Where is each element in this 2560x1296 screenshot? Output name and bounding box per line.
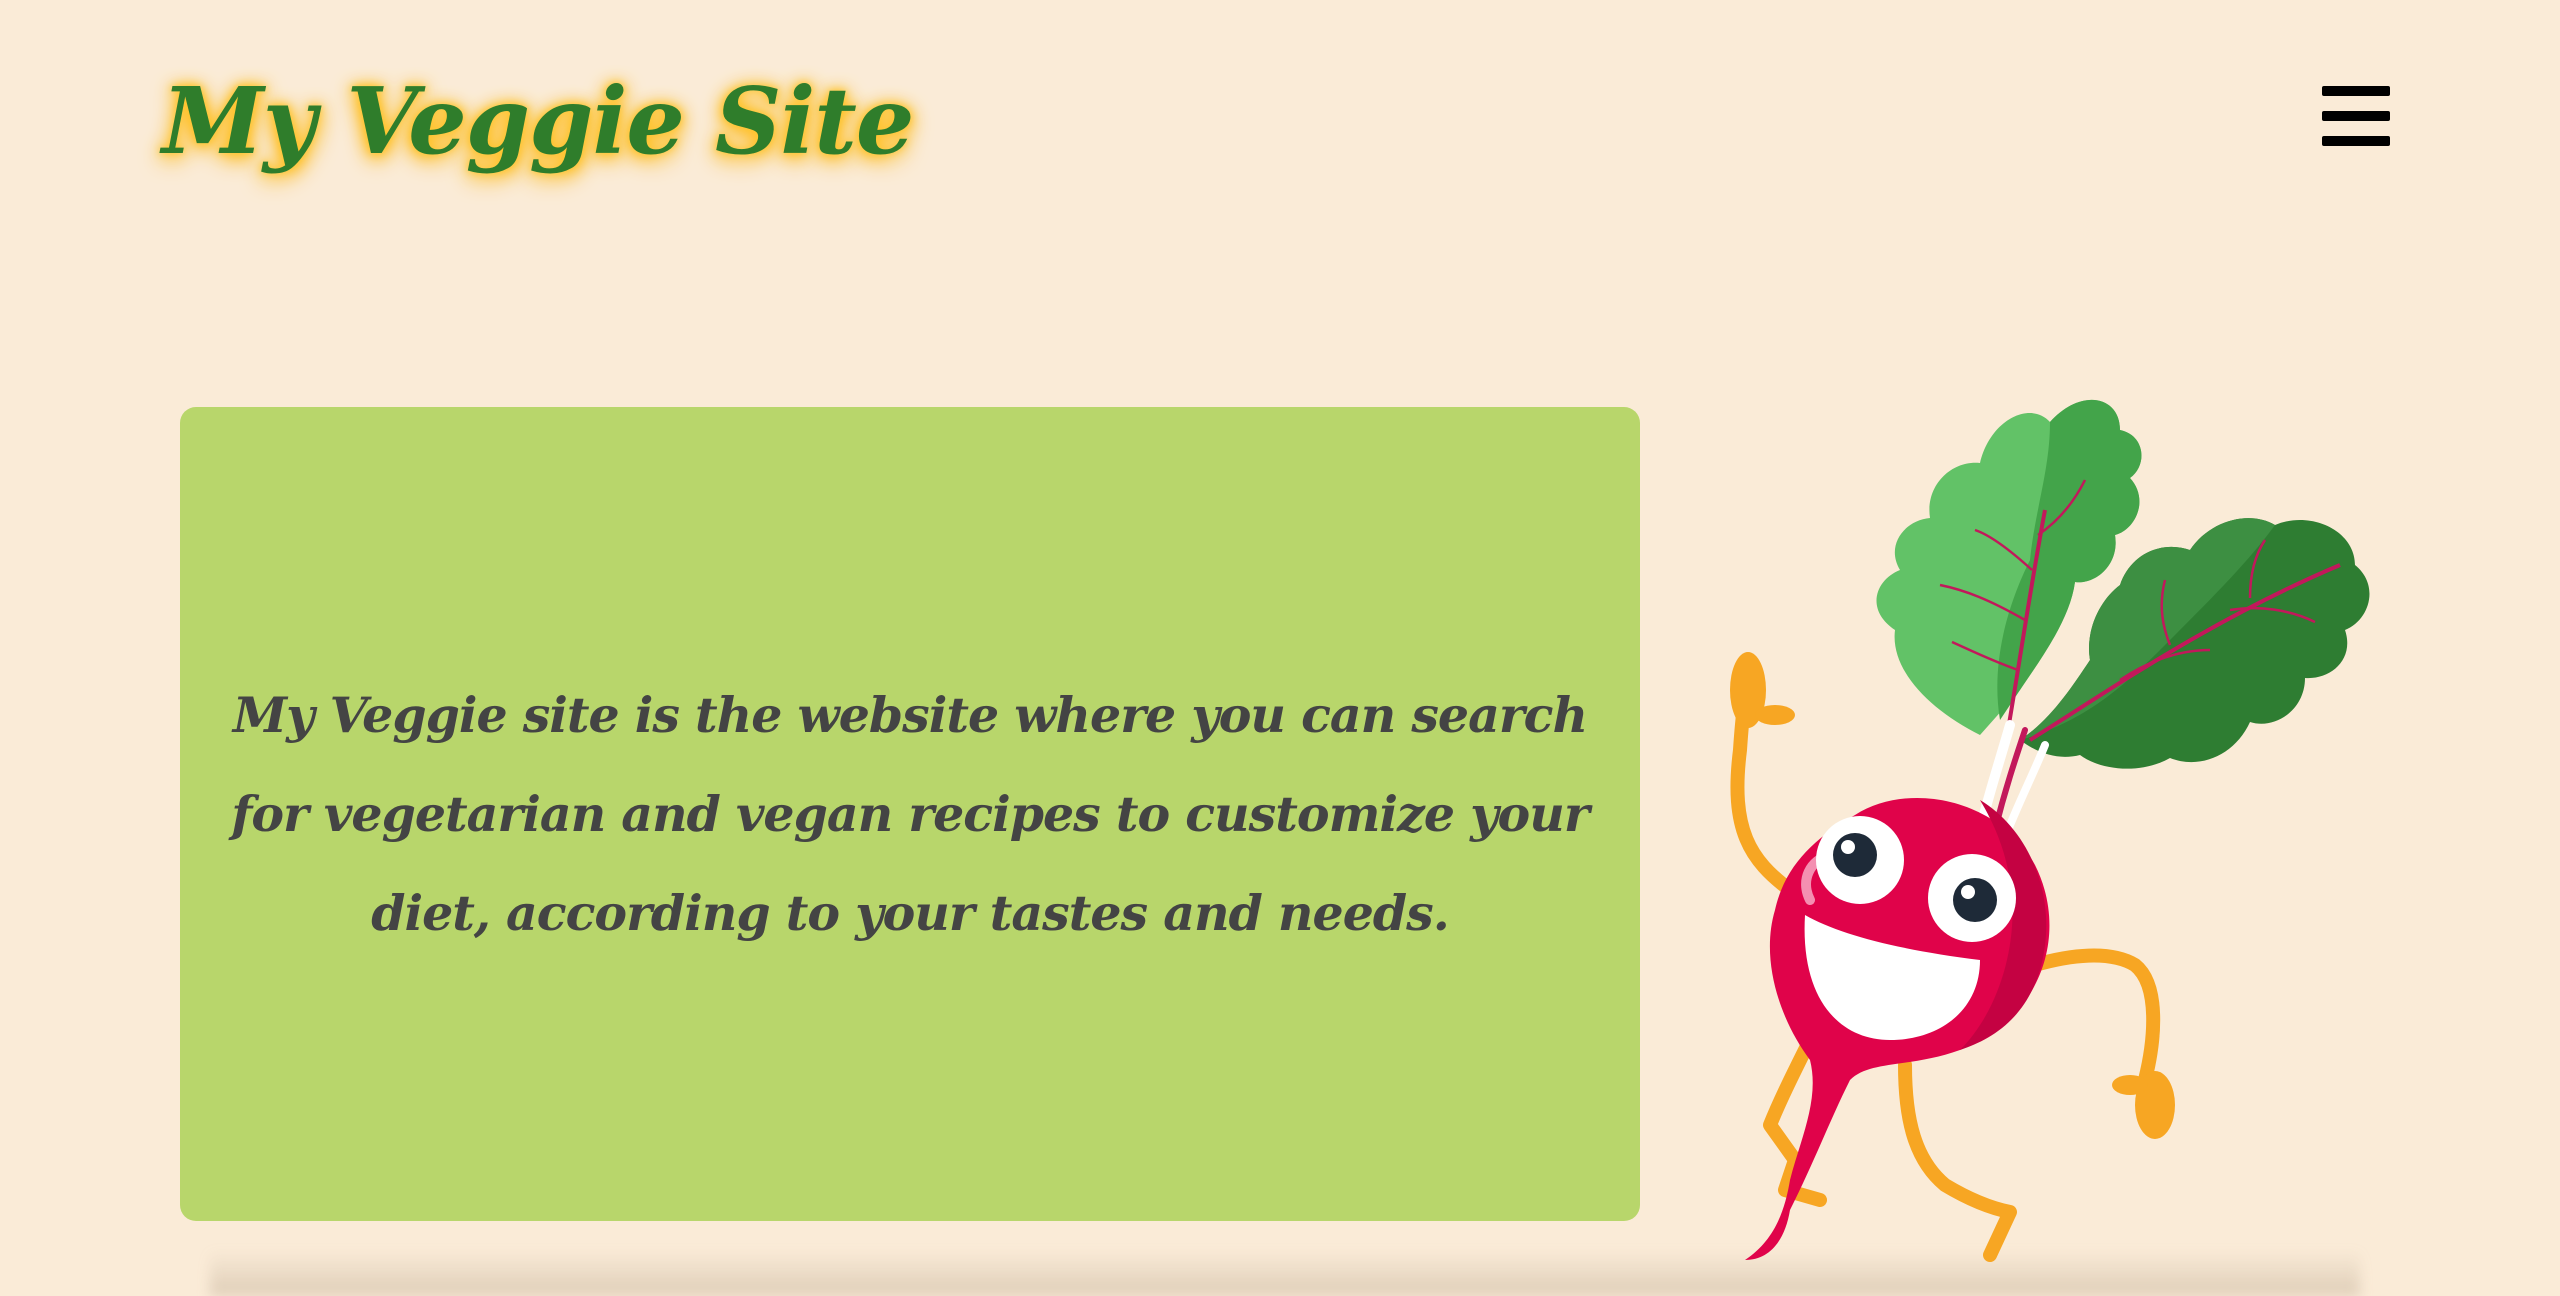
intro-card: My Veggie site is the website where you … — [180, 407, 1640, 1221]
menu-bar-middle — [2322, 111, 2390, 121]
beet-leaves — [1876, 399, 2370, 835]
beet-mascot-illustration — [1730, 399, 2370, 1262]
menu-bar-bottom — [2322, 136, 2390, 146]
intro-text: My Veggie site is the website where you … — [231, 685, 1589, 942]
menu-bar-top — [2322, 86, 2390, 96]
site-title[interactable]: My Veggie Site — [162, 56, 914, 186]
hamburger-menu-icon[interactable] — [2318, 80, 2394, 152]
beet-body — [1745, 797, 2050, 1260]
